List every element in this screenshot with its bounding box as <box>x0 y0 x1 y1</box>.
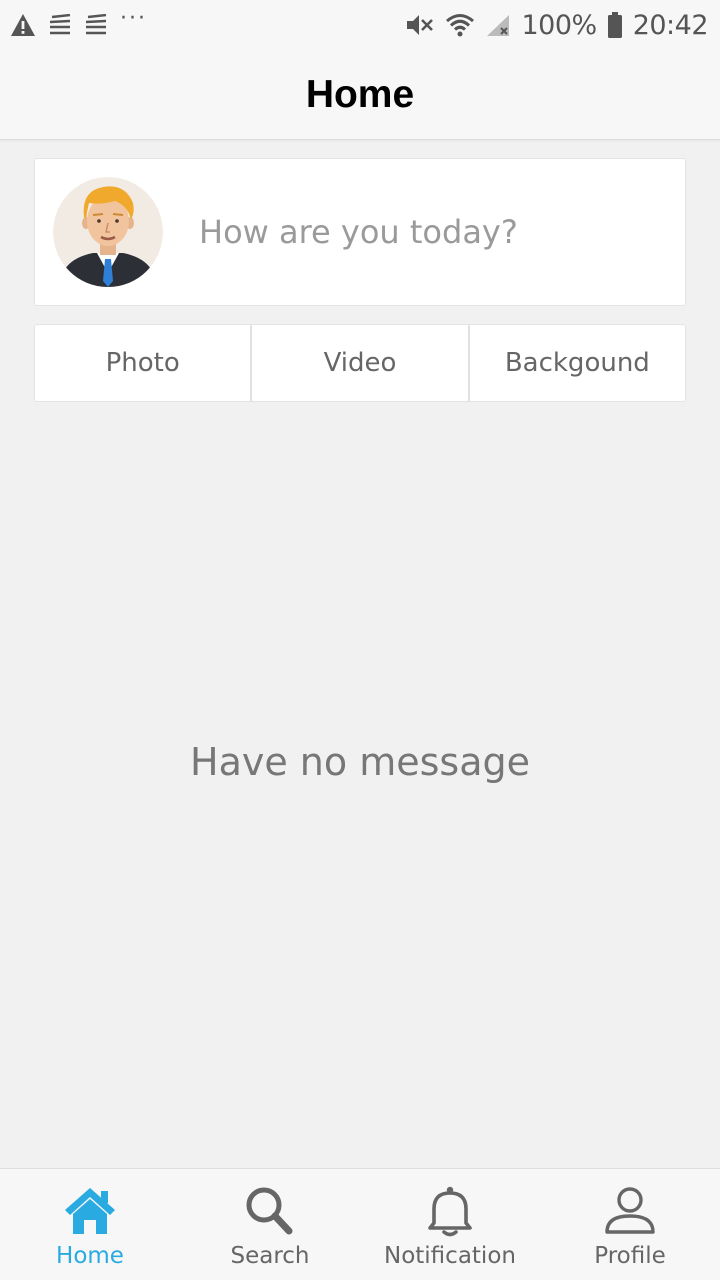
status-bar-right: 100% 20:42 <box>395 0 709 50</box>
bell-icon <box>426 1181 474 1241</box>
bottom-navigation: Home Search Notification Profile <box>0 1168 720 1280</box>
status-bar: ··· 100% 20:42 <box>0 0 720 50</box>
mute-icon <box>405 12 435 38</box>
nav-label-search: Search <box>230 1243 310 1269</box>
page-title: Home <box>305 72 415 116</box>
nav-item-search[interactable]: Search <box>180 1169 360 1280</box>
signal-icon <box>485 13 511 37</box>
photo-button[interactable]: Photo <box>35 325 250 401</box>
nav-label-notification: Notification <box>384 1243 516 1269</box>
clock: 20:42 <box>632 9 709 41</box>
nav-label-home: Home <box>56 1243 124 1269</box>
nav-item-notification[interactable]: Notification <box>360 1169 540 1280</box>
avatar[interactable] <box>53 177 163 287</box>
post-composer[interactable]: How are you today? <box>34 158 686 306</box>
warning-icon <box>10 13 36 37</box>
composer-placeholder[interactable]: How are you today? <box>199 213 518 251</box>
notification-lines-icon <box>84 14 108 36</box>
nav-item-profile[interactable]: Profile <box>540 1169 720 1280</box>
person-icon <box>603 1181 657 1241</box>
empty-state-message: Have no message <box>190 740 530 784</box>
home-icon <box>63 1181 117 1241</box>
battery-percent: 100% <box>521 9 597 41</box>
notification-lines-icon <box>48 14 72 36</box>
search-icon <box>243 1181 297 1241</box>
battery-icon <box>607 12 623 38</box>
status-bar-left: ··· <box>10 0 159 50</box>
nav-label-profile: Profile <box>594 1243 666 1269</box>
video-button[interactable]: Video <box>250 325 467 401</box>
post-type-actions: Photo Video Backgound <box>34 324 686 402</box>
app-header: Home <box>0 50 720 140</box>
background-button[interactable]: Backgound <box>467 325 685 401</box>
more-dots-icon: ··· <box>120 6 147 31</box>
wifi-icon <box>445 13 475 37</box>
nav-item-home[interactable]: Home <box>0 1169 180 1280</box>
